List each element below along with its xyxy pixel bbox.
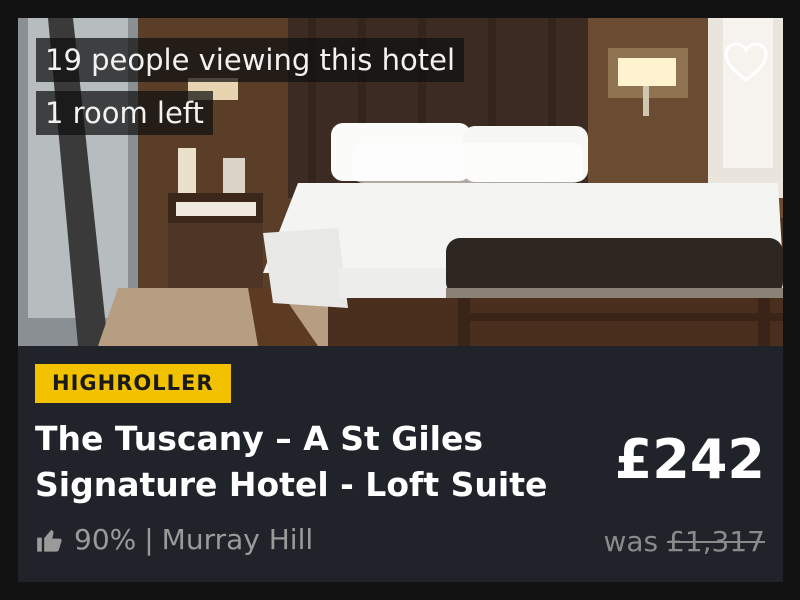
divider: |	[144, 523, 154, 556]
rating-location: 90% | Murray Hill	[36, 522, 313, 558]
deal-tag-badge: HIGHROLLER	[35, 364, 231, 403]
thumbs-up-icon	[37, 529, 62, 552]
location-label: Murray Hill	[161, 523, 314, 556]
original-price: was £1,317	[603, 524, 765, 560]
rating-percent: 90%	[74, 523, 137, 556]
was-price: £1,317	[667, 525, 765, 558]
heart-icon[interactable]	[723, 42, 769, 84]
rooms-left-label: 1 room left	[36, 91, 213, 135]
hotel-photo[interactable]: 19 people viewing this hotel 1 room left	[18, 18, 783, 346]
hotel-name[interactable]: The Tuscany – A St Giles Signature Hotel…	[35, 416, 595, 508]
hotel-card[interactable]: 19 people viewing this hotel 1 room left…	[18, 18, 783, 582]
was-label: was	[603, 525, 659, 558]
current-price: £242	[614, 428, 765, 491]
viewers-count-label: 19 people viewing this hotel	[36, 38, 465, 82]
